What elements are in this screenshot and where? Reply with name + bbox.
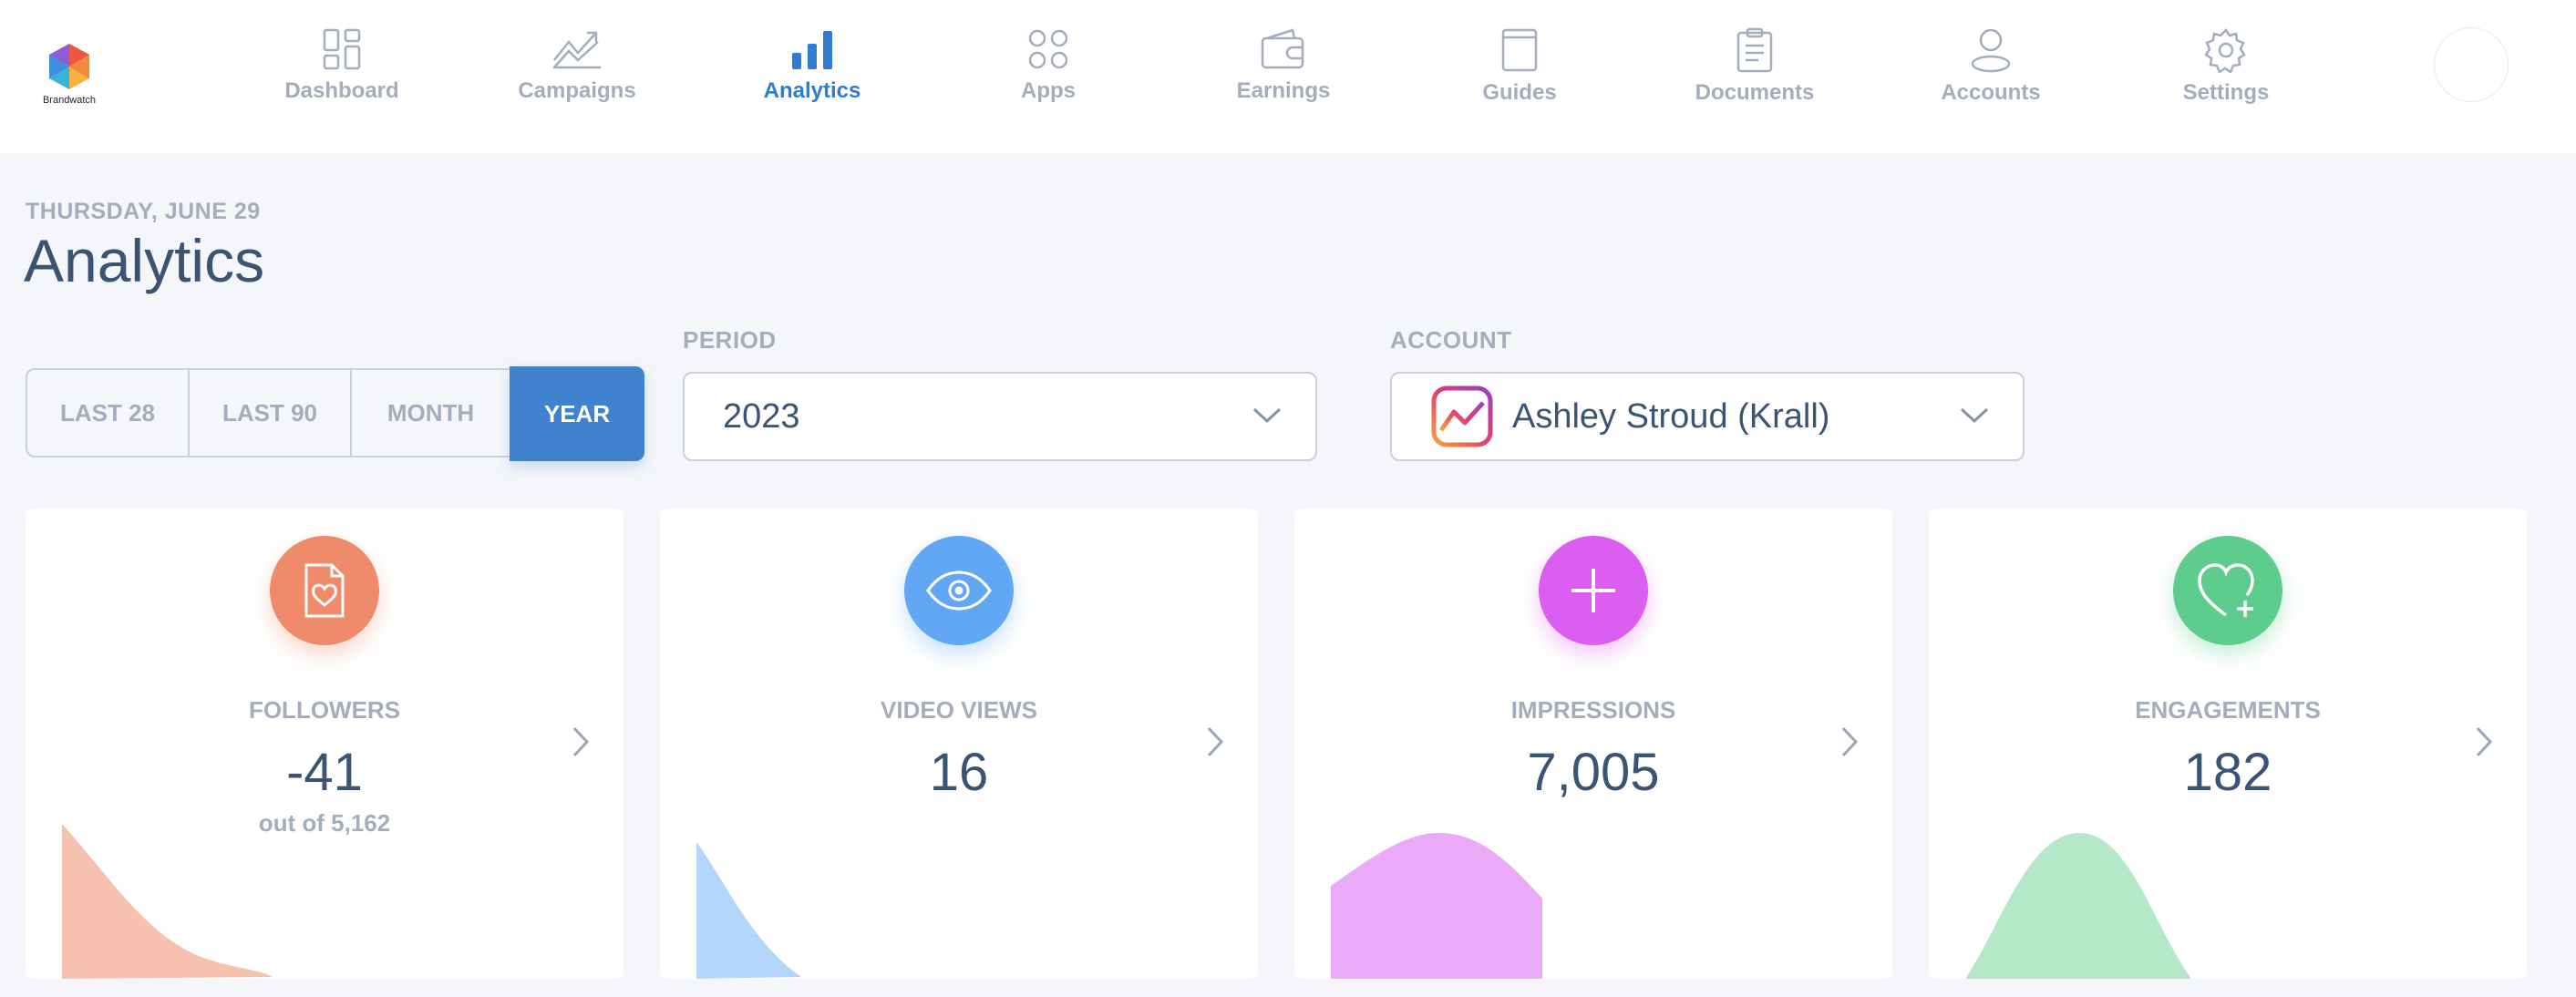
nav-item-analytics[interactable]: Analytics — [712, 27, 912, 118]
chevron-right-icon[interactable] — [571, 725, 591, 758]
gear-icon — [2204, 28, 2246, 73]
impressions-sparkline — [1331, 833, 1542, 979]
nav-label: Earnings — [1236, 78, 1331, 103]
nav-item-earnings[interactable]: Earnings — [1183, 27, 1384, 118]
wallet-icon — [1261, 28, 1304, 69]
card-value: -41 — [286, 743, 363, 802]
card-label: ENGAGEMENTS — [2135, 696, 2321, 724]
chevron-right-icon[interactable] — [1205, 725, 1225, 758]
nav-item-apps[interactable]: Apps — [948, 27, 1149, 118]
heart-plus-icon — [2173, 536, 2282, 645]
video-views-card[interactable]: VIDEO VIEWS 16 — [660, 509, 1258, 979]
nav-label: Campaigns — [518, 78, 636, 103]
period-value: 2023 — [723, 396, 800, 436]
brandwatch-logo-icon — [49, 44, 89, 89]
followers-card[interactable]: FOLLOWERS -41 out of 5,162 — [26, 509, 623, 979]
chevron-down-icon — [1252, 407, 1282, 424]
range-month-button[interactable]: MONTH — [350, 368, 511, 457]
nav-item-dashboard[interactable]: Dashboard — [242, 27, 442, 118]
period-select[interactable]: 2023 — [683, 372, 1317, 461]
eye-icon — [904, 536, 1014, 645]
page-title: Analytics — [24, 227, 265, 294]
range-last-28-button[interactable]: LAST 28 — [26, 368, 190, 457]
card-value: 182 — [2183, 743, 2272, 802]
apps-grid-icon — [1028, 29, 1068, 69]
nav-item-documents[interactable]: Documents — [1654, 27, 1855, 118]
card-label: VIDEO VIEWS — [881, 696, 1037, 724]
nav-label: Apps — [1021, 78, 1076, 103]
nav-item-campaigns[interactable]: Campaigns — [477, 27, 677, 118]
account-label: ACCOUNT — [1390, 326, 1512, 354]
document-heart-icon — [270, 536, 379, 645]
card-value: 7,005 — [1527, 743, 1660, 802]
nav-label: Dashboard — [284, 78, 399, 103]
card-label: FOLLOWERS — [248, 696, 401, 724]
nav-item-accounts[interactable]: Accounts — [1891, 27, 2091, 118]
card-label: IMPRESSIONS — [1510, 696, 1676, 724]
range-year-button[interactable]: YEAR — [510, 366, 644, 461]
clipboard-icon — [1736, 27, 1773, 73]
engagements-sparkline — [1965, 833, 2191, 979]
book-icon — [1501, 28, 1538, 72]
nav-label: Analytics — [763, 78, 861, 103]
nav-label: Documents — [1695, 80, 1815, 105]
dashboard-icon — [323, 28, 361, 70]
range-last-90-button[interactable]: LAST 90 — [188, 368, 352, 457]
nav-label: Settings — [2182, 80, 2270, 105]
followers-sparkline — [62, 824, 272, 979]
bar-chart-icon — [792, 31, 832, 69]
card-value: 16 — [929, 743, 989, 802]
engagements-card[interactable]: ENGAGEMENTS 182 — [1929, 509, 2527, 979]
nav-item-settings[interactable]: Settings — [2126, 27, 2326, 118]
top-navigation: Brandwatch Dashboard Campaigns Analytics… — [0, 0, 2576, 153]
brand-logo[interactable]: Brandwatch — [42, 42, 97, 106]
video-views-sparkline — [696, 842, 801, 979]
brand-name: Brandwatch — [42, 95, 97, 106]
chevron-down-icon — [1960, 407, 1989, 424]
nav-label: Guides — [1482, 80, 1557, 105]
user-avatar[interactable] — [2434, 27, 2509, 102]
instagram-chart-icon — [1431, 385, 1493, 447]
account-value: Ashley Stroud (Krall) — [1512, 396, 1830, 436]
range-toggle: LAST 28 LAST 90 MONTH YEAR — [26, 366, 644, 461]
trend-chart-icon — [553, 31, 601, 69]
account-select[interactable]: Ashley Stroud (Krall) — [1390, 372, 2025, 461]
nav-item-guides[interactable]: Guides — [1419, 27, 1620, 118]
current-date: THURSDAY, JUNE 29 — [26, 199, 261, 224]
chevron-right-icon[interactable] — [1839, 725, 1860, 758]
impressions-card[interactable]: IMPRESSIONS 7,005 — [1294, 509, 1892, 979]
user-icon — [1971, 28, 2011, 73]
chevron-right-icon[interactable] — [2474, 725, 2494, 758]
plus-icon — [1539, 536, 1648, 645]
period-label: PERIOD — [683, 326, 777, 354]
nav-label: Accounts — [1941, 80, 2041, 105]
